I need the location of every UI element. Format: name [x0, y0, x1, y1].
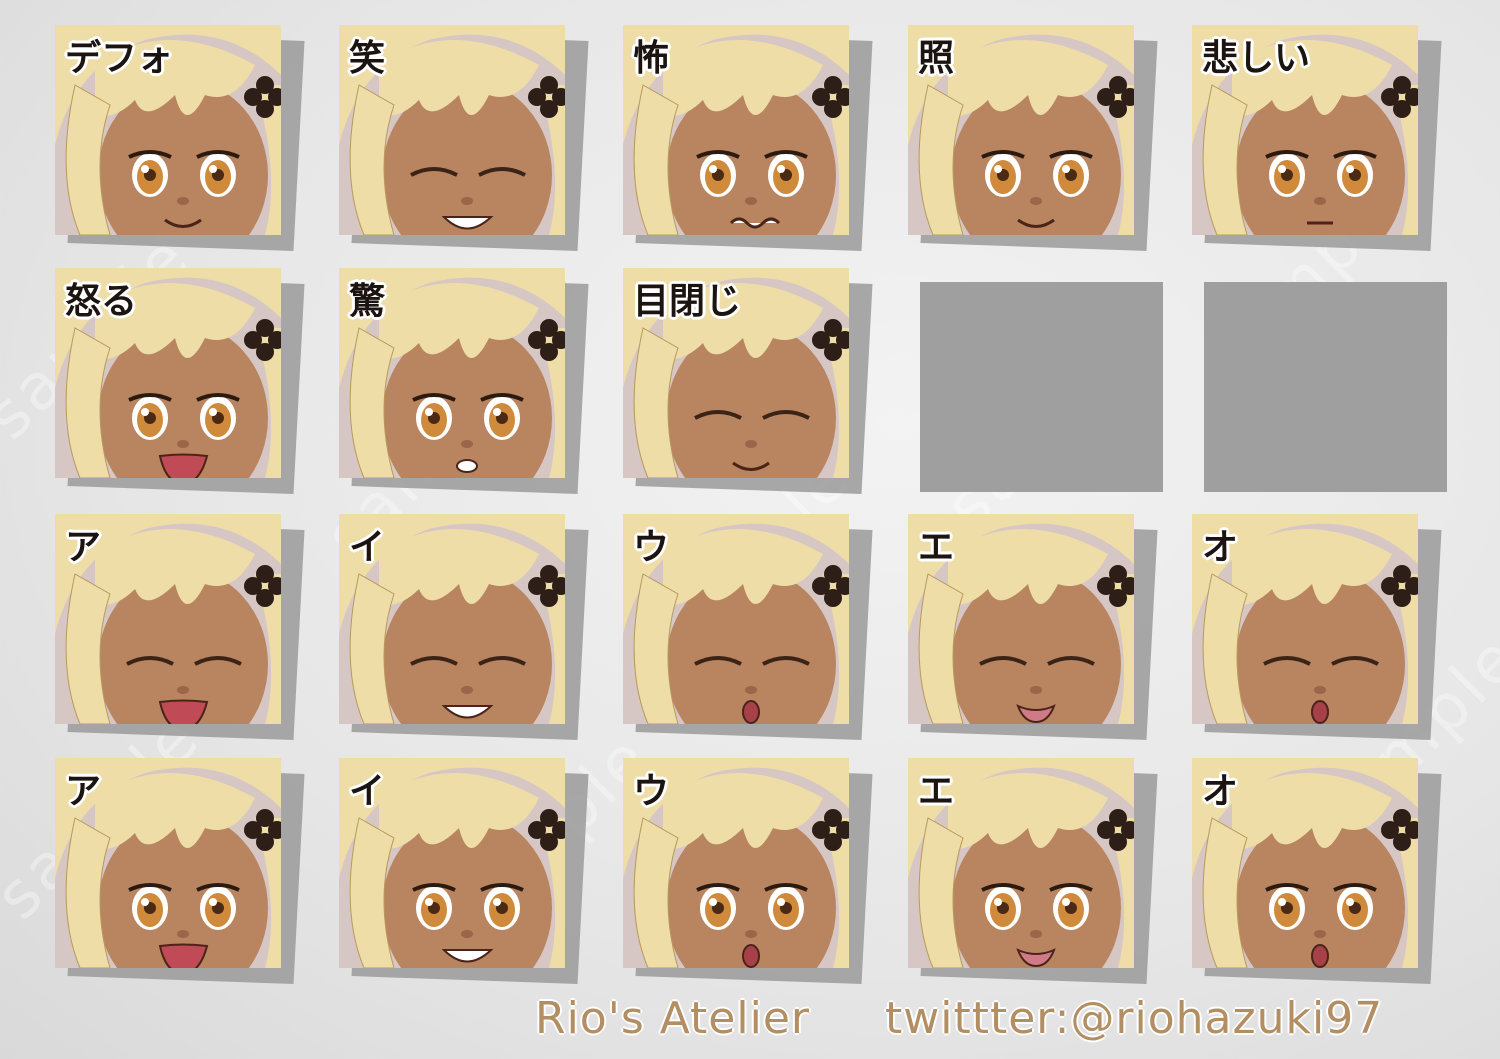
expression-label: エ [918, 527, 955, 568]
expression-label: オ [1202, 771, 1239, 812]
expression-label: ア [65, 527, 102, 568]
expression-label: 驚 [349, 281, 386, 322]
expression-tile: オ [1192, 514, 1442, 740]
blank-slot [920, 282, 1163, 492]
expression-tile: 怖 [623, 25, 873, 251]
blank-slot [1204, 282, 1447, 492]
atelier-credit: Rio's Atelier [535, 993, 810, 1044]
expression-tile: 照 [908, 25, 1158, 251]
expression-tile: 怒る [55, 268, 305, 494]
expression-tile: ウ [623, 514, 873, 740]
expression-tile: イ [339, 514, 589, 740]
expression-label: 悲しい [1202, 38, 1311, 79]
expression-label: デフォ [65, 38, 174, 79]
expression-label: イ [349, 771, 386, 812]
expression-tile: 目閉じ [623, 268, 873, 494]
expression-tile: ウ [623, 758, 873, 984]
expression-tile: ア [55, 758, 305, 984]
expression-label: オ [1202, 527, 1239, 568]
expression-tile: エ [908, 514, 1158, 740]
expression-tile: デフォ [55, 25, 305, 251]
expression-label: 怒る [65, 281, 138, 322]
expression-tile: ア [55, 514, 305, 740]
expression-tile: 驚 [339, 268, 589, 494]
expression-label: ウ [633, 771, 670, 812]
expression-label: ア [65, 771, 102, 812]
expression-label: エ [918, 771, 955, 812]
expression-tile: オ [1192, 758, 1442, 984]
expression-tile: イ [339, 758, 589, 984]
expression-label: 照 [918, 38, 955, 79]
expression-label: 怖 [633, 38, 670, 79]
expression-label: イ [349, 527, 386, 568]
expression-tile: 悲しい [1192, 25, 1442, 251]
expression-label: 目閉じ [633, 281, 742, 322]
expression-tile: 笑 [339, 25, 589, 251]
expression-tile: エ [908, 758, 1158, 984]
twitter-credit: twittter:@riohazuki97 [885, 993, 1384, 1044]
expression-label: 笑 [349, 38, 386, 79]
expression-label: ウ [633, 527, 670, 568]
